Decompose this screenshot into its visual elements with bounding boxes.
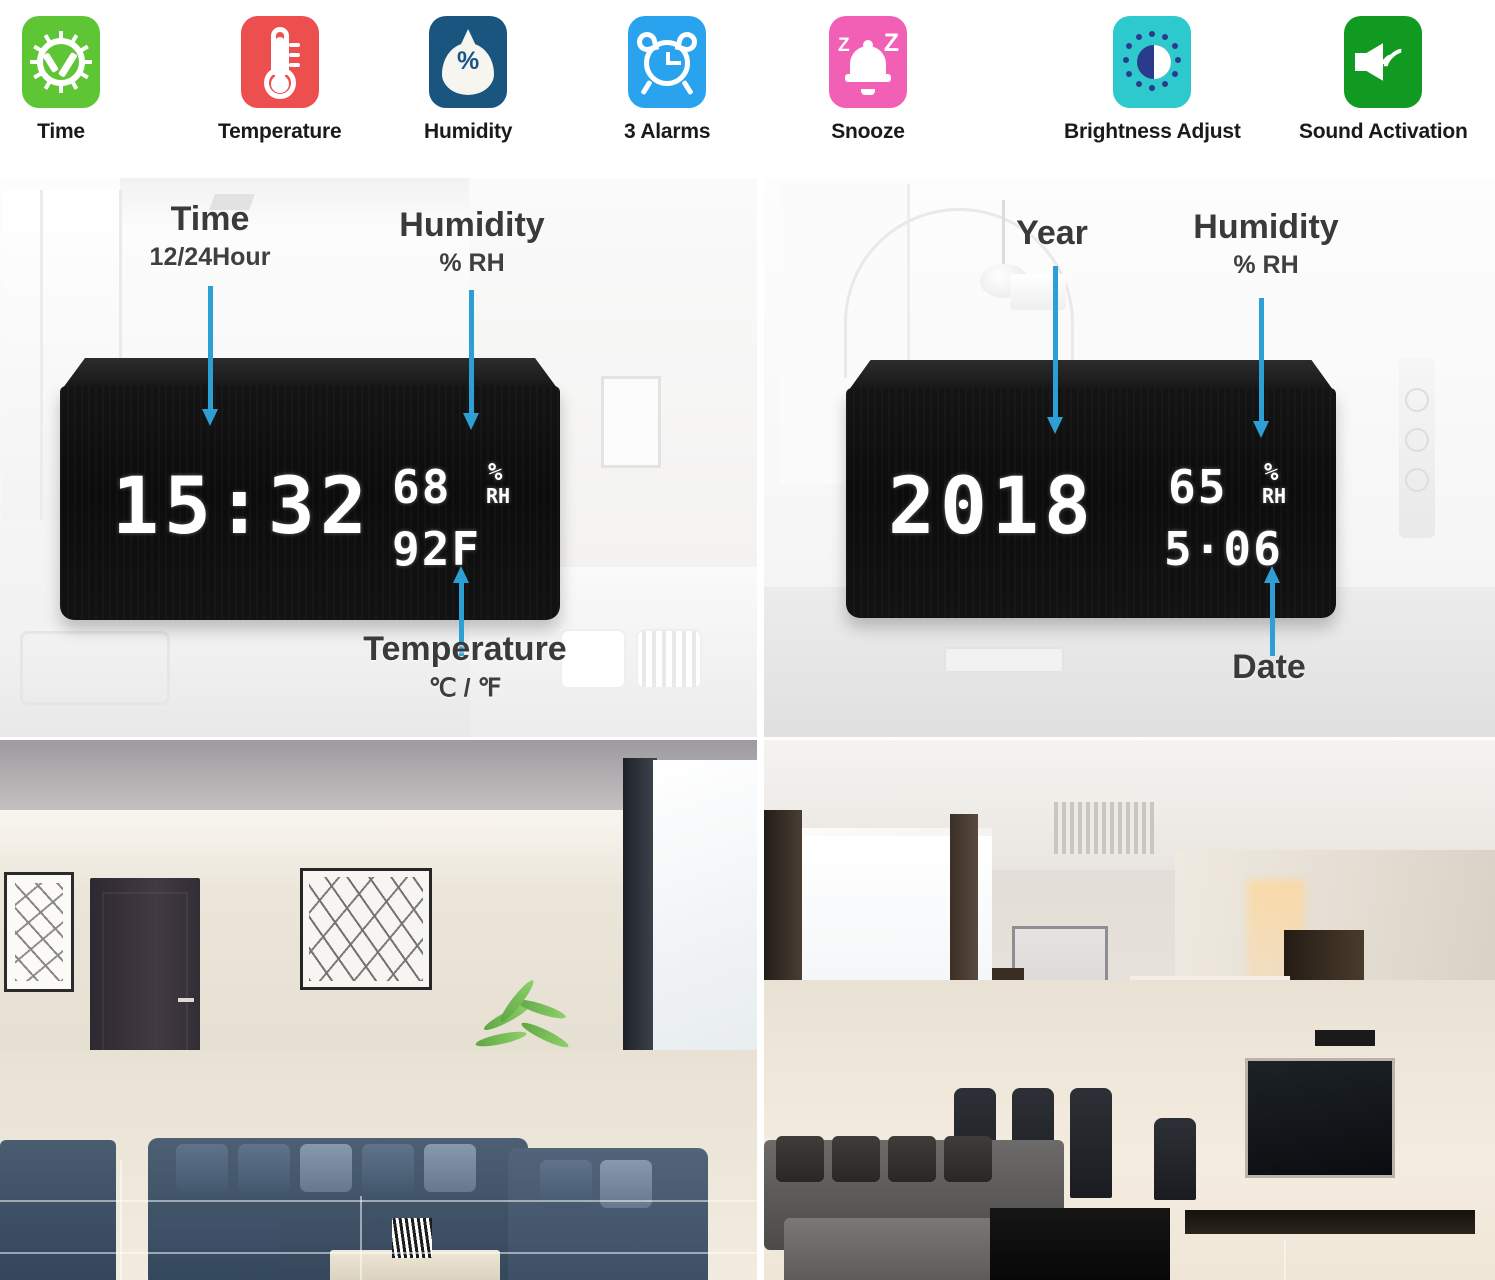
panel-livingroom-warm: [764, 740, 1495, 1280]
feature-alarms: 3 Alarms: [624, 16, 711, 144]
lcd-humidity-rh: RH: [486, 484, 511, 508]
annotation-subtitle: % RH: [1233, 251, 1299, 279]
feature-label: 3 Alarms: [624, 120, 711, 143]
feature-icon-bar: Time Temperature % Humidity 3 Alarms Z Z…: [0, 0, 1495, 178]
arrow-year: [1047, 266, 1063, 434]
panel-clock-time-view: 15:32 68 % RH 92F Time 12/24Hour Humidit…: [0, 178, 757, 737]
lcd-humidity-percent: %: [1264, 458, 1279, 486]
annotation-time: Time 12/24Hour: [100, 200, 320, 272]
alarm-clock-icon: [628, 16, 707, 108]
annotation-title: Time: [170, 200, 250, 238]
feature-humidity: % Humidity: [424, 16, 512, 144]
annotation-title: Date: [1232, 648, 1306, 686]
photo-grid: 15:32 68 % RH 92F Time 12/24Hour Humidit…: [0, 178, 1495, 1280]
annotation-year: Year: [962, 214, 1142, 253]
feature-temperature: Temperature: [218, 16, 342, 144]
snooze-bell-icon: ZZ: [829, 16, 907, 108]
feature-sound: Sound Activation: [1299, 16, 1468, 144]
feature-label: Sound Activation: [1299, 120, 1468, 143]
arrow-humidity: [463, 290, 479, 430]
brightness-icon: [1113, 16, 1192, 108]
lcd-humidity-value: 68: [392, 460, 452, 514]
annotation-subtitle: % RH: [439, 249, 505, 277]
panel-clock-date-view: 2018 65 % RH 5·06 Year Humidity % RH Dat…: [764, 178, 1495, 737]
arrow-humidity: [1253, 298, 1269, 438]
feature-brightness: Brightness Adjust: [1064, 16, 1241, 144]
wooden-led-clock-left: 15:32 68 % RH 92F: [60, 358, 560, 620]
annotation-title: Humidity: [399, 206, 545, 244]
lcd-year: 2018: [888, 462, 1096, 552]
feature-snooze: ZZ Snooze: [829, 16, 907, 144]
lcd-time: 15:32: [112, 462, 372, 552]
feature-time: Time: [22, 16, 100, 144]
annotation-subtitle: ℃ / ℉: [428, 674, 502, 702]
arrow-time: [202, 286, 218, 426]
annotation-subtitle: 12/24Hour: [149, 243, 271, 271]
feature-label: Humidity: [424, 120, 513, 143]
annotation-date: Date: [1204, 648, 1334, 687]
lcd-humidity-value: 65: [1168, 460, 1228, 514]
lcd-humidity-rh: RH: [1262, 484, 1287, 508]
panel-livingroom-blue: [0, 740, 757, 1280]
product-feature-collage: Time Temperature % Humidity 3 Alarms Z Z…: [0, 0, 1495, 1280]
annotation-title: Humidity: [1193, 208, 1339, 246]
feature-label: Time: [37, 120, 85, 143]
annotation-humidity: Humidity % RH: [1156, 208, 1376, 280]
room-photo-blue-sofa: [0, 740, 757, 1280]
annotation-temperature: Temperature ℃ / ℉: [340, 630, 590, 703]
feature-label: Brightness Adjust: [1064, 120, 1241, 143]
arrow-date: [1264, 566, 1280, 656]
feature-label: Temperature: [218, 120, 342, 143]
thermometer-icon: [240, 16, 319, 108]
humidity-drop-icon: %: [429, 16, 508, 108]
annotation-title: Year: [1016, 214, 1088, 252]
speaker-icon: [1344, 16, 1423, 108]
lcd-humidity-percent: %: [488, 458, 503, 486]
clock-icon: [22, 16, 100, 108]
annotation-humidity: Humidity % RH: [362, 206, 582, 278]
room-photo-warm: [764, 740, 1495, 1280]
annotation-title: Temperature: [363, 630, 567, 668]
feature-label: Snooze: [831, 120, 905, 143]
